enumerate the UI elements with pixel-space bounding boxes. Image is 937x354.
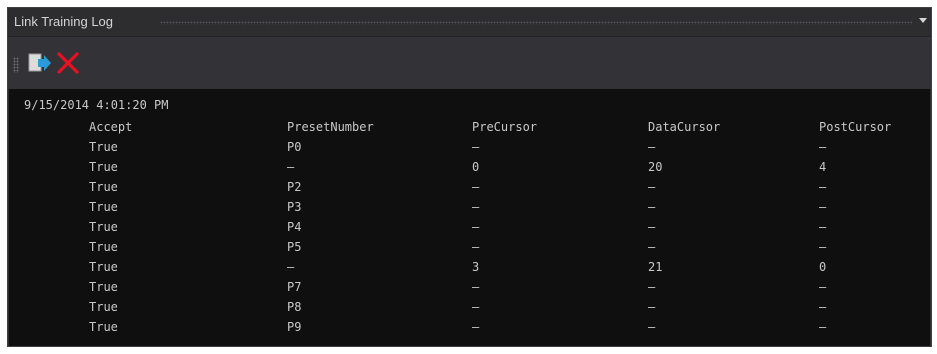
export-button[interactable]: [24, 49, 52, 77]
panel-titlebar[interactable]: Link Training Log: [8, 8, 931, 36]
panel-title: Link Training Log: [14, 14, 114, 29]
cell-data-cursor: 21: [648, 260, 663, 274]
cell-preset-number: –: [287, 160, 295, 174]
cell-pre-cursor: –: [472, 280, 480, 294]
table-row: True P4 – – –: [9, 217, 930, 237]
cell-preset-number: P4: [287, 220, 302, 234]
cell-preset-number: P8: [287, 300, 302, 314]
column-header-preset-number: PresetNumber: [287, 120, 374, 134]
cell-data-cursor: –: [648, 320, 656, 334]
delete-icon: [57, 52, 79, 74]
cell-accept: True: [89, 220, 118, 234]
cell-accept: True: [89, 240, 118, 254]
cell-pre-cursor: –: [472, 300, 480, 314]
cell-post-cursor: –: [819, 240, 827, 254]
table-row: True P3 – – –: [9, 197, 930, 217]
table-header-row: Accept PresetNumber PreCursor DataCursor…: [9, 117, 930, 137]
cell-preset-number: P5: [287, 240, 302, 254]
cell-data-cursor: –: [648, 200, 656, 214]
table-row: True P0 – – –: [9, 137, 930, 157]
cell-accept: True: [89, 160, 118, 174]
cell-pre-cursor: 0: [472, 160, 480, 174]
cell-post-cursor: 0: [819, 260, 827, 274]
cell-pre-cursor: 3: [472, 260, 480, 274]
cell-preset-number: P2: [287, 180, 302, 194]
cell-pre-cursor: –: [472, 220, 480, 234]
cell-pre-cursor: –: [472, 180, 480, 194]
cell-post-cursor: –: [819, 200, 827, 214]
table-row: True P2 – – –: [9, 177, 930, 197]
cell-data-cursor: 20: [648, 160, 663, 174]
cell-data-cursor: –: [648, 300, 656, 314]
cell-pre-cursor: –: [472, 240, 480, 254]
cell-accept: True: [89, 300, 118, 314]
cell-accept: True: [89, 180, 118, 194]
cell-post-cursor: –: [819, 180, 827, 194]
cell-data-cursor: –: [648, 140, 656, 154]
table-row: True – 3 21 0: [9, 257, 930, 277]
table-row: True P5 – – –: [9, 237, 930, 257]
column-header-accept: Accept: [89, 120, 133, 134]
cell-data-cursor: –: [648, 240, 656, 254]
log-output[interactable]: 9/15/2014 4:01:20 PM Accept PresetNumber…: [9, 89, 930, 346]
link-training-log-panel: Link Training Log 9/15/2014 4:01:20 PM A…: [7, 7, 932, 347]
cell-pre-cursor: –: [472, 140, 480, 154]
cell-data-cursor: –: [648, 180, 656, 194]
link-training-table: Accept PresetNumber PreCursor DataCursor…: [9, 117, 930, 337]
cell-accept: True: [89, 320, 118, 334]
column-header-post-cursor: PostCursor: [819, 120, 892, 134]
cell-post-cursor: –: [819, 220, 827, 234]
cell-preset-number: P7: [287, 280, 302, 294]
cell-preset-number: P3: [287, 200, 302, 214]
log-timestamp: 9/15/2014 4:01:20 PM: [24, 98, 169, 112]
cell-post-cursor: –: [819, 300, 827, 314]
table-row: True P7 – – –: [9, 277, 930, 297]
column-header-data-cursor: DataCursor: [648, 120, 721, 134]
clear-log-button[interactable]: [54, 49, 82, 77]
cell-accept: True: [89, 140, 118, 154]
cell-preset-number: P9: [287, 320, 302, 334]
cell-post-cursor: –: [819, 140, 827, 154]
table-row: True – 0 20 4: [9, 157, 930, 177]
table-row: True P9 – – –: [9, 317, 930, 337]
cell-accept: True: [89, 280, 118, 294]
table-row: True P8 – – –: [9, 297, 930, 317]
column-header-pre-cursor: PreCursor: [472, 120, 538, 134]
toolbar: [8, 36, 931, 89]
cell-preset-number: P0: [287, 140, 302, 154]
cell-post-cursor: –: [819, 280, 827, 294]
cell-preset-number: –: [287, 260, 295, 274]
cell-post-cursor: –: [819, 320, 827, 334]
panel-menu-dropdown-icon[interactable]: [919, 18, 927, 23]
cell-data-cursor: –: [648, 220, 656, 234]
cell-accept: True: [89, 200, 118, 214]
cell-post-cursor: 4: [819, 160, 827, 174]
titlebar-drag-grip[interactable]: [160, 21, 912, 25]
cell-accept: True: [89, 260, 118, 274]
cell-data-cursor: –: [648, 280, 656, 294]
toolbar-grip[interactable]: [13, 57, 19, 73]
cell-pre-cursor: –: [472, 200, 480, 214]
export-icon: [28, 53, 51, 72]
cell-pre-cursor: –: [472, 320, 480, 334]
